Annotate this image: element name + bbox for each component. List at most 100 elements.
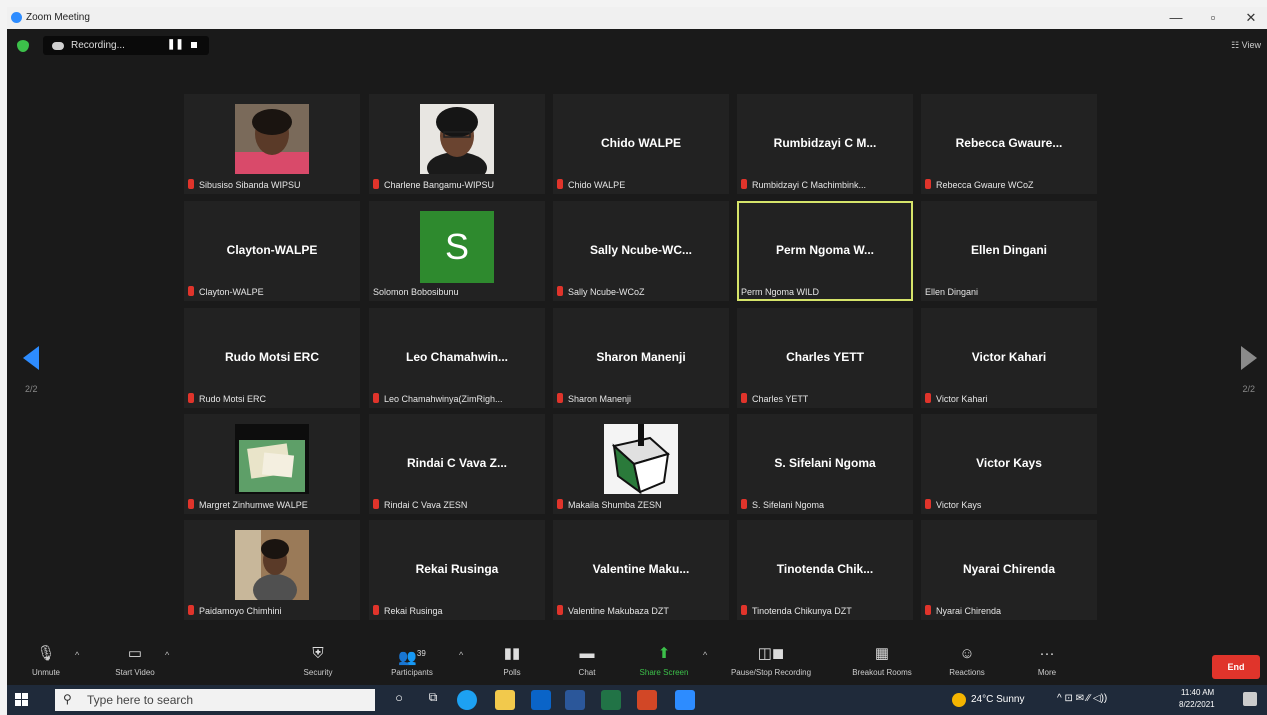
unmute-button[interactable]: 🎙 Unmute: [21, 639, 71, 685]
more-icon: ···: [1039, 645, 1055, 662]
polls-label: Polls: [503, 668, 521, 677]
participant-name-label: Tinotenda Chikunya DZT: [741, 605, 852, 616]
breakout-rooms-button[interactable]: ▦ Breakout Rooms: [842, 639, 922, 685]
powerpoint-icon[interactable]: [637, 690, 657, 710]
pause-stop-recording-button[interactable]: ◫◼ Pause/Stop Recording: [721, 639, 821, 685]
close-button[interactable]: ✕: [1241, 10, 1261, 26]
notification-center-icon[interactable]: [1243, 692, 1257, 706]
task-view-icon[interactable]: ⧉: [423, 690, 443, 710]
security-button[interactable]: ⛨ Security: [293, 639, 343, 685]
cortana-icon[interactable]: ○: [389, 690, 409, 710]
participant-tile[interactable]: Sharon Manenji Sharon Manenji: [553, 308, 729, 408]
participant-tile[interactable]: Valentine Maku... Valentine Makubaza DZT: [553, 520, 729, 620]
participant-tile[interactable]: Rekai Rusinga Rekai Rusinga: [369, 520, 545, 620]
participant-name-label: Margret Zinhumwe WALPE: [188, 499, 308, 510]
participant-display-name: Clayton-WALPE: [226, 243, 318, 257]
participant-label-text: Valentine Makubaza DZT: [568, 606, 669, 616]
participant-tile[interactable]: Victor Kays Victor Kays: [921, 414, 1097, 514]
start-video-button[interactable]: ▭ Start Video: [105, 639, 165, 685]
participant-name-label: Clayton-WALPE: [188, 286, 264, 297]
weather-sun-icon: [952, 693, 966, 707]
security-shield-icon[interactable]: [17, 40, 29, 52]
participant-tile[interactable]: Rudo Motsi ERC Rudo Motsi ERC: [184, 308, 360, 408]
share-screen-button[interactable]: ⬆ Share Screen: [630, 639, 698, 685]
participant-tile[interactable]: Charles YETT Charles YETT: [737, 308, 913, 408]
participant-tile[interactable]: Margret Zinhumwe WALPE: [184, 414, 360, 514]
participant-tile[interactable]: Rumbidzayi C M... Rumbidzayi C Machimbink…: [737, 94, 913, 194]
muted-mic-icon: [925, 499, 931, 509]
participant-tile[interactable]: Makaila Shumba ZESN: [553, 414, 729, 514]
participant-name-label: Sharon Manenji: [557, 393, 631, 404]
cloud-recording-icon: [52, 42, 64, 50]
participant-tile[interactable]: S Solomon Bobosibunu: [369, 201, 545, 301]
participant-tile[interactable]: Rindai C Vava Z... Rindai C Vava ZESN: [369, 414, 545, 514]
participant-name-label: Nyarai Chirenda: [925, 605, 1001, 616]
previous-page-arrow-icon[interactable]: [23, 346, 39, 370]
taskbar-search-box[interactable]: ⚲ Type here to search: [55, 689, 375, 711]
maximize-button[interactable]: ▫: [1203, 10, 1223, 25]
participant-name-label: Rudo Motsi ERC: [188, 393, 266, 404]
participant-tile[interactable]: Chido WALPE Chido WALPE: [553, 94, 729, 194]
audio-options-caret-icon[interactable]: ^: [75, 650, 79, 660]
participant-tile[interactable]: Charlene Bangamu-WIPSU: [369, 94, 545, 194]
next-page-arrow-icon[interactable]: [1241, 346, 1257, 370]
more-label: More: [1037, 668, 1057, 677]
chat-button[interactable]: ▬ Chat: [567, 639, 607, 685]
participant-tile[interactable]: Perm Ngoma W... Perm Ngoma WILD: [737, 201, 913, 301]
word-icon[interactable]: [565, 690, 585, 710]
participant-video-woman-glasses: [420, 104, 494, 184]
muted-mic-icon: [373, 393, 379, 403]
mail-icon[interactable]: [531, 690, 551, 710]
breakout-rooms-label: Breakout Rooms: [852, 668, 912, 677]
view-button[interactable]: ☷ View: [1231, 40, 1261, 51]
participant-tile[interactable]: Victor Kahari Victor Kahari: [921, 308, 1097, 408]
video-options-caret-icon[interactable]: ^: [165, 650, 169, 660]
participant-tile[interactable]: Sibusiso Sibanda WIPSU: [184, 94, 360, 194]
participants-caret-icon[interactable]: ^: [459, 650, 463, 660]
participant-tile[interactable]: Nyarai Chirenda Nyarai Chirenda: [921, 520, 1097, 620]
pause-stop-recording-label: Pause/Stop Recording: [730, 668, 812, 677]
participant-tile[interactable]: S. Sifelani Ngoma S. Sifelani Ngoma: [737, 414, 913, 514]
participant-name-label: Rekai Rusinga: [373, 605, 443, 616]
edge-browser-icon[interactable]: [457, 690, 477, 710]
polls-button[interactable]: ▮▮ Polls: [492, 639, 532, 685]
participant-tile[interactable]: Rebecca Gwaure... Rebecca Gwaure WCoZ: [921, 94, 1097, 194]
muted-mic-icon: [373, 179, 379, 189]
participant-tile[interactable]: Clayton-WALPE Clayton-WALPE: [184, 201, 360, 301]
muted-microphone-icon: 🎙: [36, 645, 56, 662]
pause-recording-icon[interactable]: ❚❚: [167, 39, 184, 50]
zoom-taskbar-icon[interactable]: [675, 690, 695, 710]
more-button[interactable]: ··· More: [1027, 639, 1067, 685]
participant-name-label: Ellen Dingani: [925, 287, 978, 297]
participant-tile[interactable]: Sally Ncube-WC... Sally Ncube-WCoZ: [553, 201, 729, 301]
clock-date[interactable]: 8/22/2021: [1179, 700, 1215, 709]
reactions-button[interactable]: ☺ Reactions: [942, 639, 992, 685]
muted-mic-icon: [557, 605, 563, 615]
participant-display-name: Nyarai Chirenda: [962, 562, 1056, 576]
participant-label-text: Rebecca Gwaure WCoZ: [936, 180, 1034, 190]
stop-recording-icon[interactable]: [191, 42, 197, 48]
participant-display-name: Tinotenda Chik...: [776, 562, 874, 576]
participant-tile[interactable]: Ellen Dingani Ellen Dingani: [921, 201, 1097, 301]
end-meeting-button[interactable]: End: [1212, 655, 1260, 679]
participant-tile[interactable]: Paidamoyo Chimhini: [184, 520, 360, 620]
participants-button[interactable]: 👥39 Participants: [382, 639, 442, 685]
share-options-caret-icon[interactable]: ^: [703, 650, 707, 660]
file-explorer-icon[interactable]: [495, 690, 515, 710]
participant-label-text: Rindai C Vava ZESN: [384, 500, 468, 510]
minimize-button[interactable]: —: [1166, 10, 1186, 25]
zoom-app-icon: [11, 12, 22, 23]
system-tray-icons[interactable]: ^ ⊡ ✉ ∕∕ ◁)): [1057, 693, 1107, 704]
excel-icon[interactable]: [601, 690, 621, 710]
meeting-area: Recording... ❚❚ ☷ View 2/2 2/2 Sibusiso …: [7, 29, 1267, 639]
participant-label-text: Tinotenda Chikunya DZT: [752, 606, 852, 616]
windows-start-icon[interactable]: [15, 693, 29, 707]
participant-tile[interactable]: Tinotenda Chik... Tinotenda Chikunya DZT: [737, 520, 913, 620]
participant-label-text: Sharon Manenji: [568, 394, 632, 404]
clock-time[interactable]: 11:40 AM: [1181, 688, 1214, 697]
participant-name-label: Leo Chamahwinya(ZimRigh...: [373, 393, 503, 404]
participant-name-label: Makaila Shumba ZESN: [557, 499, 662, 510]
page-indicator-right: 2/2: [1242, 384, 1255, 394]
participant-name-label: Perm Ngoma WILD: [741, 287, 819, 297]
participant-tile[interactable]: Leo Chamahwin... Leo Chamahwinya(ZimRigh.…: [369, 308, 545, 408]
